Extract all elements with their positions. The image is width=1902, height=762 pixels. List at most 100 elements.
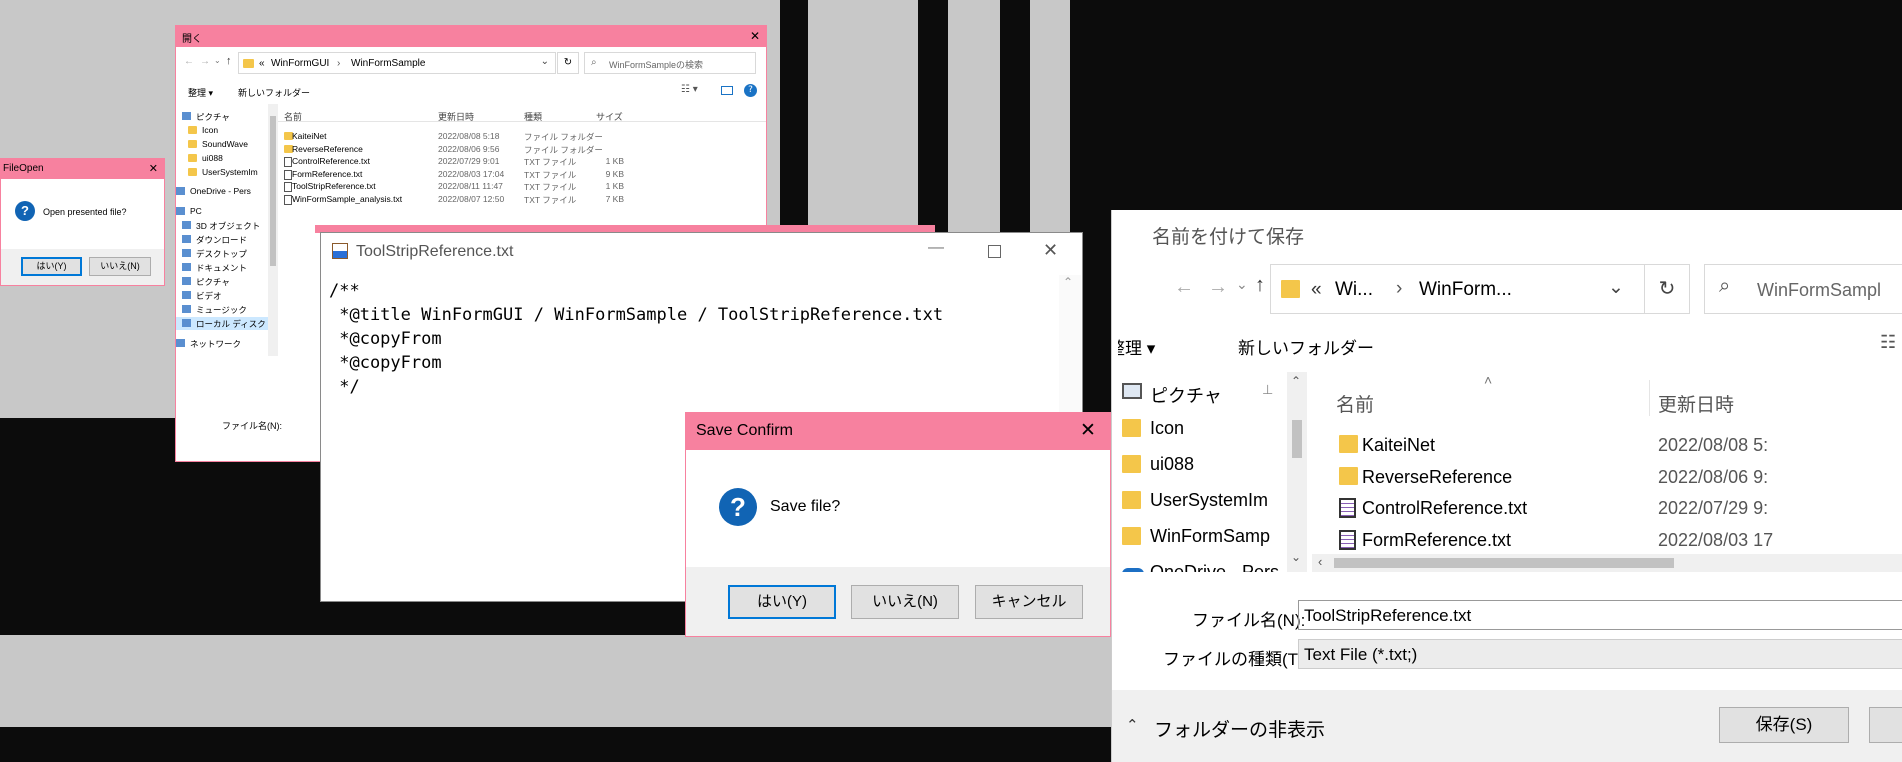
nav-item[interactable]: OneDrive - Pers	[176, 185, 268, 198]
table-row[interactable]: ReverseReference 2022/08/06 9:56 ファイル フォルダ…	[278, 144, 766, 156]
no-button[interactable]: いいえ(N)	[89, 257, 151, 276]
column-date[interactable]: 更新日時	[1658, 390, 1734, 417]
nav-item[interactable]: ネットワーク	[176, 337, 268, 350]
filename-input[interactable]: ToolStripReference.txt	[1298, 600, 1902, 630]
chevron-down-icon[interactable]: ⌄	[541, 56, 549, 67]
breadcrumb-item[interactable]: WinFormGUI	[271, 58, 329, 69]
nav-item[interactable]: ミュージック	[176, 303, 268, 316]
table-row[interactable]: WinFormSample_analysis.txt 2022/08/07 12:…	[278, 194, 766, 206]
file-date: 2022/08/07 12:50	[438, 193, 505, 204]
nav-item[interactable]: ピクチャ	[176, 110, 268, 123]
breadcrumb-item[interactable]: Wi...	[1335, 279, 1373, 301]
search-input[interactable]: ⌕ WinFormSampl	[1704, 264, 1902, 314]
scrollbar-thumb[interactable]	[1334, 558, 1674, 568]
breadcrumb-item[interactable]: WinForm...	[1419, 279, 1512, 301]
column-size[interactable]: サイズ	[596, 110, 623, 123]
table-row[interactable]: KaiteiNet 2022/08/08 5:	[1336, 432, 1902, 460]
maximize-icon[interactable]	[988, 245, 1001, 258]
nav-item[interactable]: ピクチャ ⊥	[1112, 378, 1287, 408]
nav-item[interactable]: WinFormSamp	[1112, 522, 1287, 552]
organize-button[interactable]: 整理 ▾	[1118, 334, 1180, 359]
nav-item[interactable]: UserSystemIm	[176, 166, 268, 179]
search-input[interactable]: ⌕ WinFormSampleの検索	[584, 52, 756, 74]
nav-item[interactable]: ダウンロード	[176, 233, 268, 246]
table-row[interactable]: FormReference.txt 2022/08/03 17:04 TXT ファイ…	[278, 169, 766, 181]
recent-chevron-icon[interactable]: ⌄	[214, 56, 221, 65]
yes-button[interactable]: はい(Y)	[728, 585, 836, 619]
column-type[interactable]: 種類	[524, 110, 542, 123]
nav-item[interactable]: SoundWave	[176, 138, 268, 151]
horizontal-scrollbar[interactable]: ‹	[1312, 554, 1902, 572]
table-row[interactable]: KaiteiNet 2022/08/08 5:18 ファイル フォルダー	[278, 131, 766, 143]
filetype-select[interactable]: Text File (*.txt;)	[1298, 639, 1902, 669]
hide-folders-button[interactable]: フォルダーの非表示	[1154, 715, 1325, 742]
address-bar[interactable]: « Wi... › WinForm... ⌄	[1270, 264, 1645, 314]
cancel-button[interactable]	[1869, 707, 1902, 743]
table-row[interactable]: ControlReference.txt 2022/07/29 9:01 TXT フ…	[278, 156, 766, 168]
nav-item[interactable]: Icon	[176, 124, 268, 137]
nav-scrollbar[interactable]	[268, 104, 278, 356]
forward-arrow-icon[interactable]: →	[200, 56, 210, 67]
nav-item[interactable]: Icon	[1112, 414, 1287, 444]
scrollbar-thumb[interactable]	[1292, 420, 1302, 458]
close-icon[interactable]: ✕	[149, 162, 158, 175]
close-icon[interactable]: ✕	[750, 29, 760, 43]
column-name[interactable]: 名前	[284, 110, 302, 123]
table-row[interactable]: ControlReference.txt 2022/07/29 9:	[1336, 495, 1902, 523]
file-list: 名前 更新日時 種類 サイズ KaiteiNet 2022/08/08 5:18 フ…	[278, 104, 766, 206]
nav-item[interactable]: ローカル ディスク	[176, 317, 268, 330]
scroll-left-icon[interactable]: ‹	[1318, 554, 1322, 569]
table-row[interactable]: ReverseReference 2022/08/06 9:	[1336, 464, 1902, 492]
column-name[interactable]: 名前	[1336, 390, 1374, 417]
preview-pane-icon[interactable]	[721, 86, 733, 95]
nav-item[interactable]: 3D オブジェクト	[176, 219, 268, 232]
save-button[interactable]: 保存(S)	[1719, 707, 1849, 743]
nav-item[interactable]: ui088	[1112, 450, 1287, 480]
up-arrow-icon[interactable]: ↑	[1255, 274, 1265, 297]
table-row[interactable]: FormReference.txt 2022/08/03 17	[1336, 527, 1902, 555]
nav-item[interactable]: OneDrive - Pers	[1112, 558, 1287, 572]
nav-scrollbar[interactable]: ⌃ ⌄	[1287, 372, 1307, 572]
nav-item[interactable]: PC	[176, 205, 268, 218]
cancel-button[interactable]: キャンセル	[975, 585, 1083, 619]
organize-button[interactable]: 整理 ▾	[188, 86, 213, 99]
scrollbar-thumb[interactable]	[270, 116, 276, 266]
save-dialog-title: 名前を付けて保存	[1152, 227, 1305, 248]
editor-line: *@title WinFormGUI / WinFormSample / Too…	[329, 305, 944, 325]
address-bar[interactable]: « WinFormGUI › WinFormSample ⌄	[238, 52, 556, 74]
nav-item[interactable]: ui088	[176, 152, 268, 165]
no-button[interactable]: いいえ(N)	[851, 585, 959, 619]
refresh-icon[interactable]: ↻	[1644, 264, 1690, 314]
view-options-icon[interactable]: ☷ ▾	[681, 84, 698, 95]
back-arrow-icon[interactable]: ←	[184, 56, 194, 67]
table-row[interactable]: ToolStripReference.txt 2022/08/11 11:47 TX…	[278, 181, 766, 193]
help-icon[interactable]: ?	[744, 84, 757, 97]
nav-item[interactable]: ドキュメント	[176, 261, 268, 274]
view-options-icon[interactable]: ☷	[1880, 332, 1896, 353]
nav-item[interactable]: デスクトップ	[176, 247, 268, 260]
pin-icon[interactable]: ⊥	[1262, 382, 1273, 398]
yes-button[interactable]: はい(Y)	[21, 257, 82, 276]
close-icon[interactable]: ✕	[1080, 419, 1096, 442]
nav-item[interactable]: UserSystemIm	[1112, 486, 1287, 516]
forward-arrow-icon[interactable]: →	[1208, 276, 1228, 299]
close-icon[interactable]: ✕	[1043, 240, 1058, 261]
column-date[interactable]: 更新日時	[438, 110, 474, 123]
minimize-icon[interactable]: —	[928, 239, 944, 257]
refresh-icon[interactable]: ↻	[557, 52, 579, 74]
up-arrow-icon[interactable]: ↑	[226, 55, 232, 67]
new-folder-button[interactable]: 新しいフォルダー	[238, 86, 310, 99]
new-folder-button[interactable]: 新しいフォルダー	[1238, 334, 1374, 359]
chevron-down-icon[interactable]: ⌄	[1608, 276, 1624, 299]
chevron-up-icon[interactable]: ⌃	[1126, 716, 1139, 734]
breadcrumb-item[interactable]: WinFormSample	[351, 58, 425, 69]
scroll-down-icon[interactable]: ⌄	[1291, 550, 1301, 564]
nav-item[interactable]: ピクチャ	[176, 275, 268, 288]
file-name: FormReference.txt	[1362, 529, 1512, 550]
nav-item[interactable]: ビデオ	[176, 289, 268, 302]
scroll-up-icon[interactable]: ⌃	[1291, 374, 1301, 388]
back-arrow-icon[interactable]: ←	[1174, 276, 1194, 299]
recent-chevron-icon[interactable]: ⌄	[1236, 276, 1248, 293]
scroll-up-icon[interactable]: ⌃	[1063, 275, 1073, 289]
column-divider[interactable]	[1649, 380, 1650, 416]
